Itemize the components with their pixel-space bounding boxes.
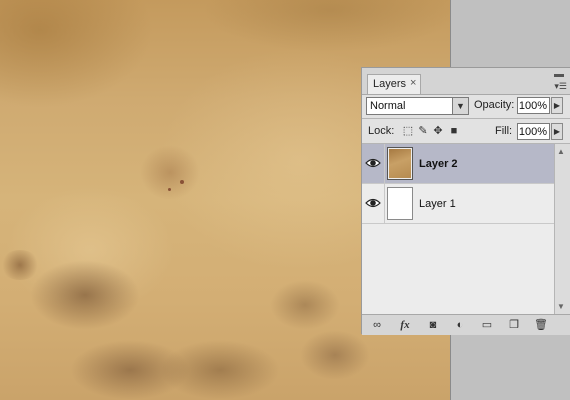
add-mask-icon[interactable]: ◙ — [426, 318, 440, 332]
layers-scrollbar[interactable]: ▲ ▼ — [554, 144, 570, 314]
blend-opacity-row: Normal ▼ Opacity: 100% ▶ — [362, 95, 570, 118]
new-layer-icon[interactable]: ❐ — [507, 318, 521, 332]
link-icon[interactable]: ∞ — [370, 318, 384, 332]
layer-thumbnail — [387, 187, 413, 220]
scroll-down-icon[interactable]: ▼ — [557, 302, 565, 311]
layer-thumbnail — [387, 147, 413, 180]
tab-layers[interactable]: Layers × — [367, 74, 421, 94]
fill-input[interactable]: 100% — [517, 123, 550, 140]
layer-name: Layer 2 — [419, 158, 458, 170]
tab-label: Layers — [373, 78, 407, 90]
new-group-icon[interactable]: ▭ — [480, 318, 494, 332]
fx-icon[interactable]: fx — [398, 318, 412, 332]
minimize-icon[interactable]: ▬ — [554, 69, 564, 80]
chevron-down-icon[interactable]: ▼ — [452, 98, 468, 114]
stain — [270, 280, 340, 330]
blend-mode-select[interactable]: Normal ▼ — [366, 97, 469, 115]
lock-label: Lock: — [368, 125, 395, 137]
lock-fill-row: Lock: ⬚ ✎ ✥ ■ Fill: 100% ▶ — [362, 119, 570, 143]
stain — [30, 260, 140, 330]
opacity-label: Opacity: — [474, 99, 515, 111]
scroll-up-icon[interactable]: ▲ — [557, 147, 565, 156]
layer-row-layer-2[interactable]: Layer 2 — [362, 144, 554, 184]
close-icon[interactable]: × — [410, 77, 416, 89]
panel-footer: ∞ fx ◙ ◐ ▭ ❐ 🗑 — [362, 314, 570, 335]
opacity-stepper-icon[interactable]: ▶ — [551, 97, 563, 114]
layer-row-layer-1[interactable]: Layer 1 — [362, 184, 554, 224]
stain — [140, 145, 200, 200]
lock-move-icon[interactable]: ✥ — [432, 125, 444, 137]
stain — [180, 180, 184, 184]
layer-list: Layer 2 Layer 1 — [362, 144, 554, 314]
opacity-input[interactable]: 100% — [517, 97, 550, 114]
layers-panel: Layers × ▬ ▾☰ Normal ▼ Opacity: 100% ▶ L… — [361, 67, 570, 335]
stain — [300, 330, 370, 380]
eye-icon[interactable] — [365, 195, 381, 211]
divider — [384, 184, 385, 223]
stain — [160, 340, 280, 400]
fill-stepper-icon[interactable]: ▶ — [551, 123, 563, 140]
panel-header: Layers × ▬ ▾☰ — [362, 68, 570, 95]
trash-icon[interactable]: 🗑 — [534, 318, 548, 332]
layer-name: Layer 1 — [419, 198, 456, 210]
panel-menu-icon[interactable]: ▾☰ — [554, 81, 567, 92]
stain — [0, 250, 40, 280]
stain — [168, 188, 171, 191]
blend-mode-value: Normal — [370, 100, 406, 112]
fill-label: Fill: — [495, 125, 513, 137]
adjustment-layer-icon[interactable]: ◐ — [453, 318, 467, 332]
lock-all-icon[interactable]: ■ — [448, 125, 460, 137]
lock-transparent-icon[interactable]: ⬚ — [402, 125, 414, 137]
eye-icon[interactable] — [365, 155, 381, 171]
divider — [384, 144, 385, 183]
lock-paint-icon[interactable]: ✎ — [417, 125, 429, 137]
